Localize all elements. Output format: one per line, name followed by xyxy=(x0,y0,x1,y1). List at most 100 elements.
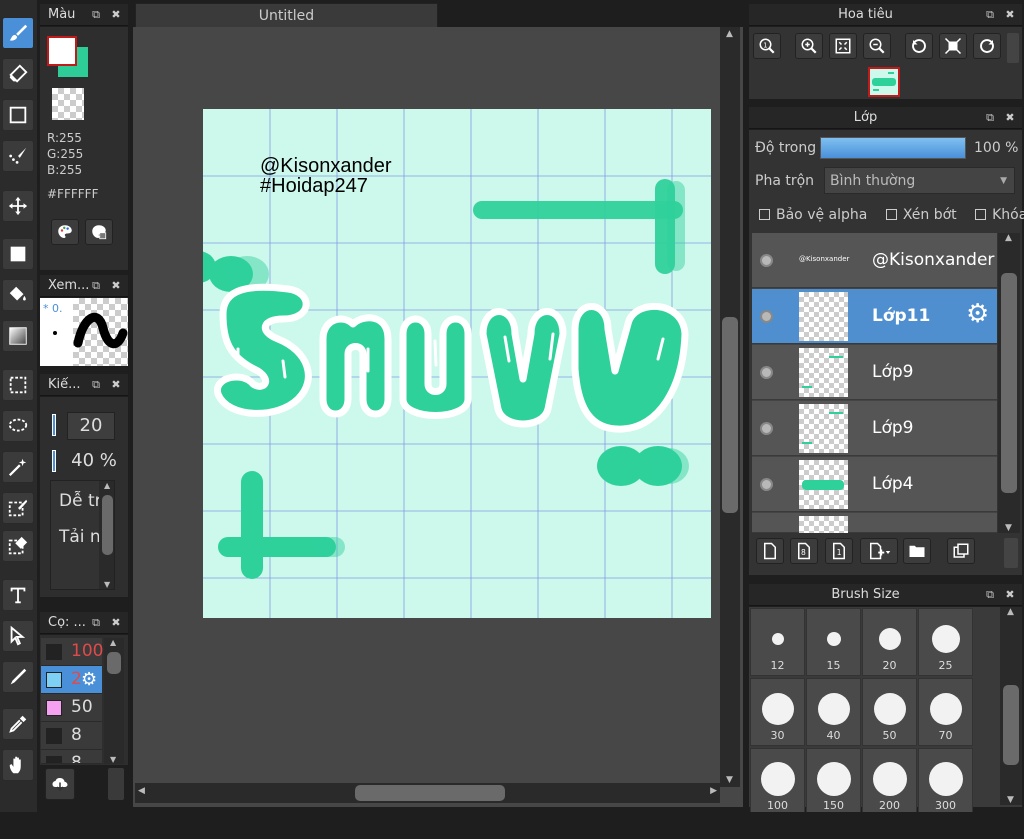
canvas-horizontal-scrollbar[interactable]: ◀ ▶ xyxy=(135,783,720,803)
zoom-actual-button[interactable]: 1 xyxy=(753,33,781,59)
layer-opacity-slider[interactable] xyxy=(820,137,966,159)
new-layer-button[interactable] xyxy=(756,538,784,564)
blend-mode-select[interactable]: Bình thường ▼ xyxy=(824,167,1015,194)
canvas-tab[interactable]: Untitled xyxy=(135,3,438,27)
layer-row-selected[interactable]: Lớp11 ⚙ xyxy=(752,289,997,344)
brush-size-cell[interactable]: 150 xyxy=(806,748,861,816)
fit-screen-button[interactable] xyxy=(829,33,857,59)
undock-icon[interactable]: ⧉ xyxy=(88,278,104,294)
layer-row-partial[interactable] xyxy=(752,513,997,533)
close-icon[interactable]: ✖ xyxy=(1002,587,1018,603)
hand-tool-button[interactable] xyxy=(2,749,34,781)
canvas-vertical-scrollbar[interactable]: ▲ ▼ xyxy=(720,27,740,787)
lasso-tool-button[interactable] xyxy=(2,410,34,442)
move-tool-button[interactable] xyxy=(2,190,34,222)
options-scrollbar[interactable]: ▲ ▼ xyxy=(99,481,114,589)
operation-tool-button[interactable] xyxy=(2,620,34,652)
close-icon[interactable]: ✖ xyxy=(108,615,124,631)
drawing-canvas[interactable]: @Kisonxander #Hoidap247 xyxy=(203,109,711,618)
brush-size-scrollbar[interactable]: ▲ ▼ xyxy=(1000,607,1022,805)
navigator-thumbnail[interactable] xyxy=(868,67,900,97)
undock-icon[interactable]: ⧉ xyxy=(982,587,998,603)
layer-visibility-toggle[interactable] xyxy=(760,254,773,267)
brush-size-cell[interactable]: 12 xyxy=(750,608,805,676)
brush-settings-gear-icon[interactable]: ⚙ xyxy=(81,669,97,690)
brush-item[interactable]: 100 xyxy=(41,638,103,666)
brush-item[interactable]: 50 xyxy=(41,694,102,722)
layer-row[interactable]: @Kisonxander @Kisonxander xyxy=(752,233,997,288)
lock-checkbox[interactable]: Khóa xyxy=(975,207,1024,223)
select-eraser-tool-button[interactable] xyxy=(2,530,34,562)
rect-select-tool-button[interactable] xyxy=(2,369,34,401)
bucket-tool-button[interactable] xyxy=(2,279,34,311)
layers-toolbar-handle[interactable] xyxy=(1004,538,1018,568)
eraser-tool-button[interactable] xyxy=(2,58,34,90)
brush-item[interactable]: 8 xyxy=(41,750,102,764)
close-icon[interactable]: ✖ xyxy=(1002,110,1018,126)
clipping-checkbox[interactable]: Xén bớt xyxy=(885,207,957,223)
navigator-scroll-handle[interactable] xyxy=(1007,33,1019,63)
brush-item-selected[interactable]: 2 ⚙ xyxy=(41,666,102,694)
brush-size-cell[interactable]: 70 xyxy=(918,678,973,746)
brush-size-cell[interactable]: 30 xyxy=(750,678,805,746)
brush-size-cell[interactable]: 50 xyxy=(862,678,917,746)
undock-icon[interactable]: ⧉ xyxy=(88,7,104,23)
brush-size-cell[interactable]: 25 xyxy=(918,608,973,676)
rotate-left-button[interactable] xyxy=(905,33,933,59)
brush-size-cell[interactable]: 15 xyxy=(806,608,861,676)
brush-list-handle[interactable] xyxy=(108,768,124,800)
brush-size-cell[interactable]: 100 xyxy=(750,748,805,816)
color-wheel-button[interactable] xyxy=(51,219,79,245)
brush-size-cell[interactable]: 20 xyxy=(862,608,917,676)
rotate-right-button[interactable] xyxy=(973,33,1001,59)
select-pen-tool-button[interactable] xyxy=(2,492,34,524)
new-1bit-layer-button[interactable]: 1 xyxy=(825,538,853,564)
protect-alpha-checkbox[interactable]: Bảo vệ alpha xyxy=(759,207,867,223)
brush-tool-button[interactable] xyxy=(2,17,34,49)
close-icon[interactable]: ✖ xyxy=(108,7,124,23)
zoom-in-button[interactable] xyxy=(795,33,823,59)
brush-item[interactable]: 8 xyxy=(41,722,102,750)
close-icon[interactable]: ✖ xyxy=(108,278,124,294)
dotted-brush-tool-button[interactable] xyxy=(2,140,34,172)
download-brush-button[interactable] xyxy=(45,768,75,800)
gradient-tool-button[interactable] xyxy=(2,320,34,352)
brush-size-cell[interactable]: 200 xyxy=(862,748,917,816)
layer-visibility-toggle[interactable] xyxy=(760,422,773,435)
close-icon[interactable]: ✖ xyxy=(1002,7,1018,23)
duplicate-layer-button[interactable] xyxy=(947,538,975,564)
brush-size-field[interactable]: 20 xyxy=(67,412,115,440)
layer-visibility-toggle[interactable] xyxy=(760,310,773,323)
rectangle-tool-button[interactable] xyxy=(2,99,34,131)
magic-wand-tool-button[interactable] xyxy=(2,451,34,483)
new-folder-button[interactable] xyxy=(903,538,931,564)
brush-list-scrollbar[interactable]: ▲ ▼ xyxy=(104,638,124,764)
text-tool-button[interactable] xyxy=(2,579,34,611)
foreground-color-swatch[interactable] xyxy=(47,36,77,66)
layer-visibility-toggle[interactable] xyxy=(760,366,773,379)
option-stabilizer[interactable]: Dễ tr xyxy=(59,491,102,511)
pen-tool-button[interactable] xyxy=(2,661,34,693)
layer-row[interactable]: Lớp9 xyxy=(752,345,997,400)
brush-opacity-field[interactable]: 40 % xyxy=(67,448,121,474)
brush-size-cell[interactable]: 300 xyxy=(918,748,973,816)
transparent-color-swatch[interactable] xyxy=(52,88,84,120)
layers-scrollbar[interactable]: ▲ ▼ xyxy=(998,233,1020,533)
layer-row[interactable]: Lớp9 xyxy=(752,401,997,456)
brush-size-cell[interactable]: 40 xyxy=(806,678,861,746)
option-load[interactable]: Tải n xyxy=(59,527,101,547)
layer-visibility-toggle[interactable] xyxy=(760,478,773,491)
undock-icon[interactable]: ⧉ xyxy=(982,110,998,126)
color-set-button[interactable] xyxy=(85,219,113,245)
reset-view-button[interactable] xyxy=(939,33,967,59)
undock-icon[interactable]: ⧉ xyxy=(88,377,104,393)
layer-row[interactable]: Lớp4 xyxy=(752,457,997,512)
new-8bit-layer-button[interactable]: 8 xyxy=(790,538,818,564)
add-layer-menu-button[interactable] xyxy=(860,538,898,564)
layer-settings-gear-icon[interactable]: ⚙ xyxy=(966,299,989,329)
close-icon[interactable]: ✖ xyxy=(108,377,124,393)
zoom-out-button[interactable] xyxy=(863,33,891,59)
fill-rect-tool-button[interactable] xyxy=(2,238,34,270)
undock-icon[interactable]: ⧉ xyxy=(982,7,998,23)
undock-icon[interactable]: ⧉ xyxy=(88,615,104,631)
